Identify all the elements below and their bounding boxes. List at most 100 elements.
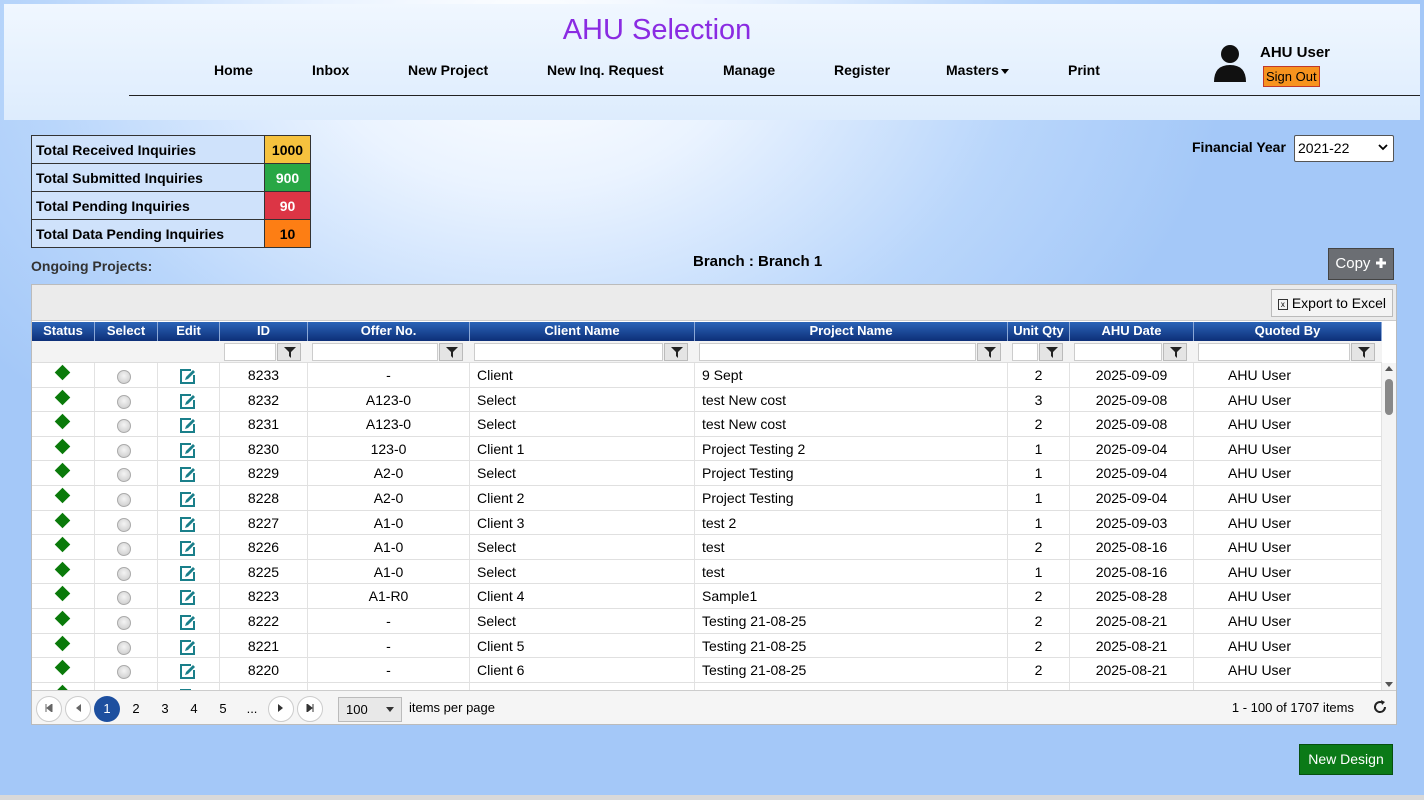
- next-page-button[interactable]: [268, 696, 294, 722]
- filter-icon[interactable]: [1163, 343, 1187, 361]
- refresh-icon[interactable]: [1372, 699, 1388, 715]
- table-row[interactable]: 8233- Client 9 Sept 2 2025-09-09 AHU User: [32, 363, 1382, 388]
- col-status[interactable]: Status: [32, 322, 95, 341]
- select-radio[interactable]: [117, 566, 131, 581]
- project-cell: test New cost: [695, 387, 1008, 412]
- col-id[interactable]: ID: [220, 322, 308, 341]
- select-radio[interactable]: [117, 665, 131, 680]
- page-more[interactable]: ...: [239, 696, 265, 722]
- col-quoted-by[interactable]: Quoted By: [1194, 322, 1382, 341]
- summary-row: Total Submitted Inquiries 900: [31, 163, 311, 192]
- select-radio[interactable]: [117, 640, 131, 655]
- filter-client-input[interactable]: [474, 343, 663, 361]
- edit-icon[interactable]: [180, 638, 196, 658]
- table-row[interactable]: 8229 A2-0 Select Project Testing 1 2025-09-04…: [32, 461, 1382, 486]
- edit-icon[interactable]: [180, 416, 196, 436]
- select-radio[interactable]: [117, 468, 131, 483]
- select-radio[interactable]: [117, 591, 131, 606]
- filter-icon[interactable]: [664, 343, 688, 361]
- edit-icon[interactable]: [180, 465, 196, 485]
- filter-icon[interactable]: [1039, 343, 1063, 361]
- page-2[interactable]: 2: [123, 696, 149, 722]
- col-project-name[interactable]: Project Name: [695, 322, 1008, 341]
- select-radio[interactable]: [117, 443, 131, 458]
- quoted-by-cell: AHU User: [1194, 510, 1382, 535]
- nav-new-project[interactable]: New Project: [408, 62, 488, 78]
- page-size-select[interactable]: 100: [338, 697, 402, 722]
- edit-icon[interactable]: [180, 662, 196, 682]
- nav-new-inq-request[interactable]: New Inq. Request: [547, 62, 664, 78]
- edit-icon[interactable]: [180, 392, 196, 412]
- table-row[interactable]: 8225 A1-0 Select test 1 2025-08-16 AHU User: [32, 559, 1382, 585]
- nav-masters[interactable]: Masters: [946, 62, 1009, 78]
- col-edit[interactable]: Edit: [158, 322, 220, 341]
- table-row[interactable]: 8230 123-0 Client 1 Project Testing 2 1 2025-…: [32, 436, 1382, 462]
- col-select[interactable]: Select: [95, 322, 158, 341]
- table-row[interactable]: 8232 A123-0 Select test New cost 3 2025-09-08…: [32, 387, 1382, 413]
- table-row[interactable]: 8228 A2-0 Client 2 Project Testing 1 2025-09-…: [32, 486, 1382, 511]
- table-row[interactable]: 8222- Select Testing 21-08-25 2 2025-08-21 AH…: [32, 609, 1382, 634]
- nav-register[interactable]: Register: [834, 62, 890, 78]
- table-row[interactable]: 8223 A1-R0 Client 4 Sample1 2 2025-08-28 AHU U…: [32, 584, 1382, 609]
- select-radio[interactable]: [117, 517, 131, 532]
- edit-icon[interactable]: [180, 490, 196, 510]
- edit-icon[interactable]: [180, 564, 196, 584]
- offer-cell: -: [308, 658, 470, 683]
- filter-quoted-input[interactable]: [1198, 343, 1350, 361]
- filter-qty-input[interactable]: [1012, 343, 1038, 361]
- table-row[interactable]: 8226 A1-0 Select test 2 2025-08-16 AHU User: [32, 535, 1382, 560]
- qty-cell: 1: [1008, 436, 1070, 461]
- financial-year-select[interactable]: 2021-22: [1294, 135, 1394, 162]
- scroll-up-icon[interactable]: [1385, 366, 1393, 371]
- table-row[interactable]: 8221- Client 5 Testing 21-08-25 2 2025-08-21…: [32, 633, 1382, 659]
- nav-print[interactable]: Print: [1068, 62, 1100, 78]
- chevron-down-icon: [1000, 68, 1009, 74]
- new-design-button[interactable]: New Design: [1299, 744, 1393, 775]
- nav-home[interactable]: Home: [214, 62, 253, 78]
- summary-value: 10: [264, 219, 311, 248]
- col-offer-no[interactable]: Offer No.: [308, 322, 470, 341]
- select-radio[interactable]: [117, 542, 131, 557]
- col-client-name[interactable]: Client Name: [470, 322, 695, 341]
- sign-out-button[interactable]: Sign Out: [1263, 66, 1320, 87]
- scroll-down-icon[interactable]: [1385, 682, 1393, 687]
- edit-icon[interactable]: [180, 441, 196, 461]
- prev-page-button[interactable]: [65, 696, 91, 722]
- filter-date-input[interactable]: [1074, 343, 1162, 361]
- select-radio[interactable]: [117, 616, 131, 630]
- edit-icon[interactable]: [180, 588, 196, 608]
- filter-icon[interactable]: [439, 343, 463, 361]
- nav-manage[interactable]: Manage: [723, 62, 775, 78]
- select-radio[interactable]: [117, 419, 131, 434]
- edit-icon[interactable]: [180, 367, 196, 387]
- table-row[interactable]: 8231 A123-0 Select test New cost 2 2025-09-08…: [32, 412, 1382, 437]
- page-5[interactable]: 5: [210, 696, 236, 722]
- edit-icon[interactable]: [180, 539, 196, 559]
- col-ahu-date[interactable]: AHU Date: [1070, 322, 1194, 341]
- table-row[interactable]: 8220- Client 6 Testing 21-08-25 2 2025-08-21…: [32, 658, 1382, 683]
- page-3[interactable]: 3: [152, 696, 178, 722]
- scroll-thumb[interactable]: [1385, 379, 1393, 415]
- table-row[interactable]: 8227 A1-0 Client 3 test 2 1 2025-09-03 AHU Use…: [32, 510, 1382, 536]
- page-4[interactable]: 4: [181, 696, 207, 722]
- first-page-button[interactable]: [36, 696, 62, 722]
- grid-scrollbar[interactable]: [1382, 363, 1396, 690]
- edit-icon[interactable]: [180, 515, 196, 535]
- nav-inbox[interactable]: Inbox: [312, 62, 349, 78]
- filter-icon[interactable]: [277, 343, 301, 361]
- last-page-button[interactable]: [297, 696, 323, 722]
- select-radio[interactable]: [117, 370, 131, 384]
- filter-id-input[interactable]: [224, 343, 276, 361]
- table-row[interactable]: 8219A1-0Lira Construction private Limite…: [32, 682, 1382, 690]
- edit-icon[interactable]: [180, 613, 196, 633]
- filter-icon[interactable]: [1351, 343, 1375, 361]
- export-excel-button[interactable]: x Export to Excel: [1270, 289, 1393, 317]
- filter-offer-input[interactable]: [312, 343, 438, 361]
- select-radio[interactable]: [117, 394, 131, 409]
- filter-icon[interactable]: [977, 343, 1001, 361]
- col-unit-qty[interactable]: Unit Qty: [1008, 322, 1070, 341]
- copy-button[interactable]: Copy: [1328, 248, 1394, 280]
- page-1[interactable]: 1: [94, 696, 120, 722]
- select-radio[interactable]: [117, 493, 131, 507]
- filter-project-input[interactable]: [699, 343, 976, 361]
